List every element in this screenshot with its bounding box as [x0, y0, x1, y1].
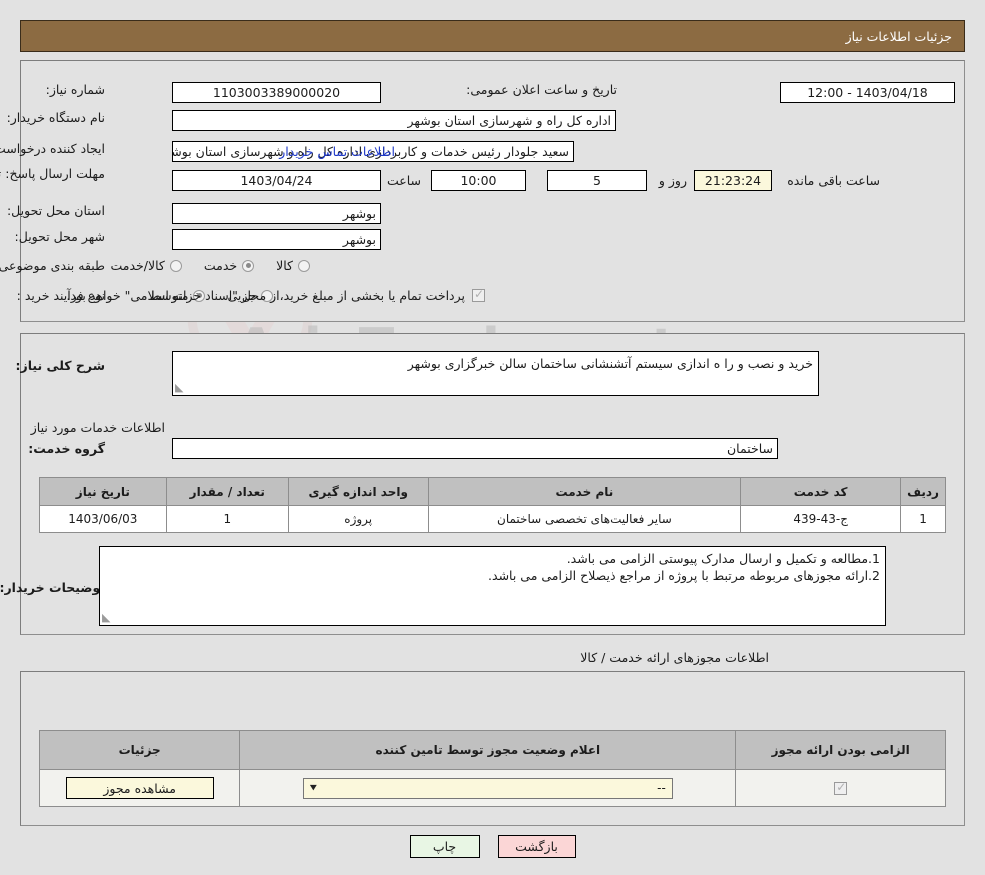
chevron-down-icon[interactable]: ▼ [310, 784, 317, 792]
cell-name: سایر فعالیت‌های تخصصی ساختمان [427, 505, 742, 533]
cell-unit: پروژه [287, 505, 429, 533]
notes-label-row: توضیحات خریدار: [0, 580, 105, 595]
summary-label-row: شرح کلی نیاز: [16, 358, 105, 373]
deadline-hour-label-row: ساعت [387, 170, 421, 191]
cell-need-date: 1403/06/03 [39, 505, 167, 533]
radio-kala-khedmat-icon[interactable] [169, 259, 182, 272]
category-option-kala-khedmat[interactable]: کالا/خدمت [110, 258, 182, 273]
cell-radif: 1 [900, 505, 946, 533]
buyer-org-row: نام دستگاه خریدار: [7, 110, 105, 125]
service-group-row: گروه خدمت: [28, 441, 105, 456]
deadline-hour-field[interactable]: 10:00 [431, 170, 526, 191]
remaining-days-field[interactable]: 5 [547, 170, 647, 191]
remaining-time-field[interactable]: 21:23:24 [694, 170, 772, 191]
service-group-field[interactable]: ساختمان [172, 438, 778, 459]
col-code: کد خدمت [740, 477, 902, 506]
license-status-value: -- [657, 781, 666, 795]
col-license-details: جزئیات [38, 730, 241, 770]
remaining-days-label: روز و [658, 173, 687, 188]
table-row: -- ▼ مشاهده مجوز [38, 769, 946, 807]
province-label: استان محل تحویل: [6, 203, 105, 218]
cell-license-required [735, 769, 946, 807]
announce-datetime-label: تاریخ و ساعت اعلان عمومی: [466, 82, 617, 97]
licenses-table-header-row: الزامی بودن ارائه مجوز اعلام وضعیت مجوز … [38, 730, 946, 770]
footer-actions: بازگشت چاپ [0, 835, 985, 858]
cell-quantity: 1 [165, 505, 289, 533]
notes-line-2: 2.ارائه مجوزهای مربوطه مرتبط با پروژه از… [488, 568, 880, 583]
need-number-field[interactable]: 1103003389000020 [172, 82, 381, 103]
table-row: 1 ج-43-439 سایر فعالیت‌های تخصصی ساختمان… [39, 505, 946, 533]
creator-row: ایجاد کننده درخواست: [0, 141, 105, 156]
remaining-time-label: ساعت باقی مانده [787, 173, 880, 188]
col-license-status: اعلام وضعیت مجوز توسط تامین کننده [239, 730, 737, 770]
city-row: شهر محل تحویل: [15, 229, 105, 244]
col-need-date: تاریخ نیاز [39, 477, 167, 506]
col-radif: ردیف [900, 477, 946, 506]
radio-khedmat-icon[interactable] [242, 259, 255, 272]
province-field[interactable]: بوشهر [172, 203, 381, 224]
deadline-date-field[interactable]: 1403/04/24 [172, 170, 381, 191]
deadline-hour-label: ساعت [386, 173, 421, 188]
service-group-label: گروه خدمت: [28, 441, 105, 456]
license-status-select[interactable]: -- ▼ [302, 777, 673, 799]
buyer-notes-textarea[interactable]: 1.مطالعه و تکمیل و ارسال مدارک پیوستی ال… [99, 546, 886, 626]
col-unit: واحد اندازه گیری [287, 477, 429, 506]
cell-license-details: مشاهده مجوز [38, 769, 241, 807]
notes-line-1: 1.مطالعه و تکمیل و ارسال مدارک پیوستی ال… [566, 551, 880, 566]
category-option-kala-label: کالا [276, 258, 293, 273]
announce-datetime-field[interactable]: 1403/04/18 - 12:00 [780, 82, 955, 103]
services-table: ردیف کد خدمت نام خدمت واحد اندازه گیری ت… [39, 477, 946, 533]
page-title: جزئیات اطلاعات نیاز [845, 28, 952, 44]
services-table-header-row: ردیف کد خدمت نام خدمت واحد اندازه گیری ت… [39, 477, 946, 506]
contact-link-row: اطلاعات تماس خریدار [279, 141, 395, 162]
services-section-title: اطلاعات خدمات مورد نیاز [30, 420, 165, 435]
summary-text: خرید و نصب و را ه اندازی سیستم آتشنشانی … [407, 356, 813, 371]
summary-textarea[interactable]: خرید و نصب و را ه اندازی سیستم آتشنشانی … [172, 351, 819, 396]
page-header: جزئیات اطلاعات نیاز [20, 20, 965, 52]
buyer-org-field[interactable]: اداره کل راه و شهرسازی استان بوشهر [172, 110, 616, 131]
licenses-section-title: اطلاعات مجوزهای ارائه خدمت / کالا [580, 650, 769, 665]
category-option-khedmat-label: خدمت [203, 258, 238, 273]
province-row: استان محل تحویل: [7, 203, 105, 218]
resize-grip-icon[interactable]: ◢ [102, 611, 114, 624]
cell-code: ج-43-439 [740, 505, 902, 533]
treasury-note-label: پرداخت تمام یا بخشی از مبلغ خرید،از محل … [66, 288, 465, 303]
category-option-kala-khedmat-label: کالا/خدمت [110, 258, 165, 273]
remaining-time-label-row: ساعت باقی مانده [787, 170, 880, 191]
col-license-required: الزامی بودن ارائه مجوز [735, 730, 946, 770]
back-button[interactable]: بازگشت [497, 835, 576, 858]
category-option-khedmat[interactable]: خدمت [203, 258, 255, 273]
buyer-org-label: نام دستگاه خریدار: [6, 110, 105, 125]
category-options: کالا خدمت کالا/خدمت [88, 258, 310, 273]
cell-license-status: -- ▼ [239, 769, 737, 807]
deadline-label-row: مهلت ارسال پاسخ: تا تاریخ: [0, 165, 105, 183]
treasury-row: پرداخت تمام یا بخشی از مبلغ خرید،از محل … [66, 287, 485, 303]
view-license-button[interactable]: مشاهده مجوز [65, 777, 214, 799]
category-option-kala[interactable]: کالا [276, 258, 310, 273]
announce-label-row: تاریخ و ساعت اعلان عمومی: [466, 82, 617, 97]
city-field[interactable]: بوشهر [172, 229, 381, 250]
remaining-days-label-row: روز و [659, 170, 687, 191]
resize-grip-icon[interactable]: ◢ [175, 381, 187, 394]
treasury-checkbox[interactable] [472, 287, 485, 302]
licenses-table: الزامی بودن ارائه مجوز اعلام وضعیت مجوز … [38, 730, 946, 807]
col-quantity: تعداد / مقدار [165, 477, 289, 506]
deadline-label: مهلت ارسال پاسخ: تا تاریخ: [0, 166, 105, 181]
city-label: شهر محل تحویل: [14, 229, 105, 244]
creator-label: ایجاد کننده درخواست: [0, 141, 105, 156]
buyer-contact-link[interactable]: اطلاعات تماس خریدار [279, 144, 395, 159]
radio-kala-icon[interactable] [298, 259, 310, 272]
col-name: نام خدمت [427, 477, 742, 506]
need-number-label: شماره نیاز: [45, 82, 105, 97]
license-required-checkbox [834, 780, 848, 795]
print-button[interactable]: چاپ [409, 835, 480, 858]
notes-label: توضیحات خریدار: [0, 580, 105, 595]
need-number-row: شماره نیاز: [46, 82, 105, 97]
summary-label: شرح کلی نیاز: [15, 358, 105, 373]
